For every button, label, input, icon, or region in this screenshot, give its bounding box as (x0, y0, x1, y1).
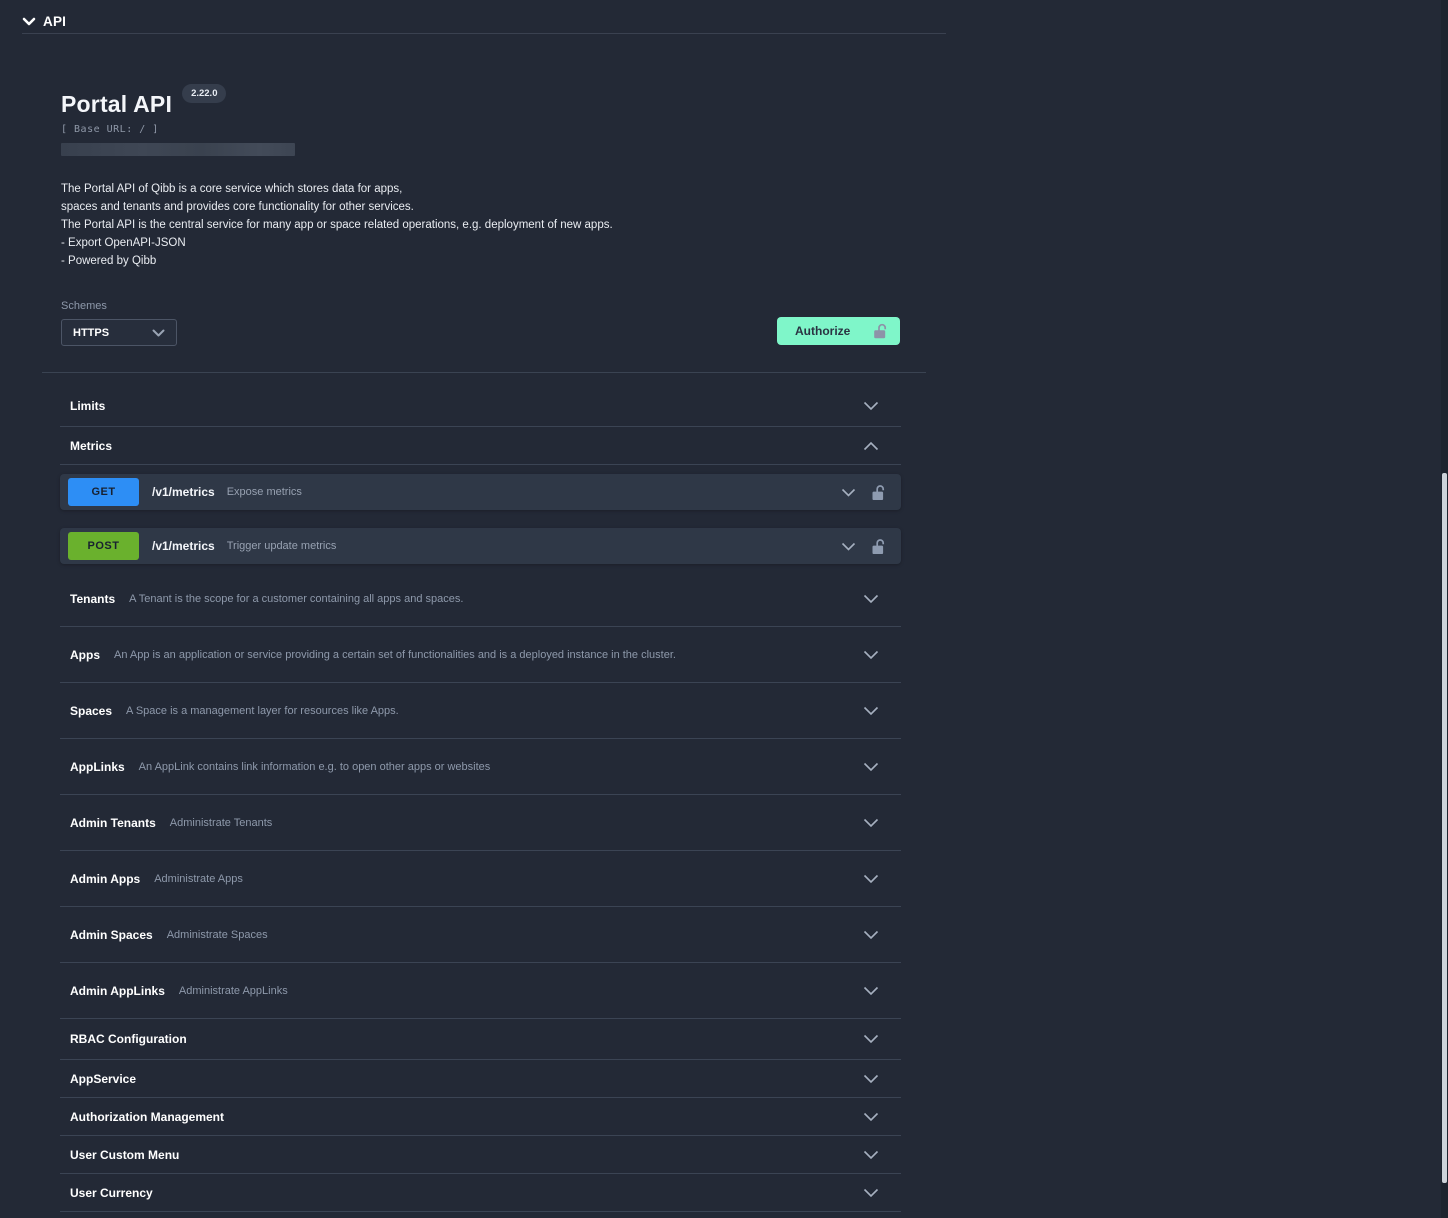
opblock-get-v1-metrics[interactable]: GET /v1/metrics Expose metrics (60, 474, 901, 510)
tag-list: Limits Metrics GET /v1/metrics Expose me… (60, 385, 901, 1212)
tag-section-appservice[interactable]: AppService (60, 1060, 901, 1098)
chevron-down-icon[interactable] (863, 706, 879, 716)
tag-description: A Space is a management layer for resour… (126, 705, 399, 717)
description-line: spaces and tenants and provides core fun… (61, 198, 921, 216)
scheme-selected-value: HTTPS (73, 327, 109, 339)
tag-description: An App is an application or service prov… (114, 649, 676, 661)
chevron-down-icon[interactable] (863, 1034, 879, 1044)
tag-section-user-custom-menu[interactable]: User Custom Menu (60, 1136, 901, 1174)
api-description: The Portal API of Qibb is a core service… (61, 180, 921, 270)
authorize-button[interactable]: Authorize (777, 317, 900, 345)
unlock-icon[interactable] (871, 484, 885, 501)
unlock-icon (873, 323, 887, 339)
page-title: Portal API (61, 90, 172, 118)
tag-section-tenants[interactable]: Tenants A Tenant is the scope for a cust… (60, 571, 901, 627)
header-divider (22, 33, 946, 34)
operation-icons (841, 538, 885, 555)
chevron-down-icon[interactable] (863, 401, 879, 411)
chevron-down-icon[interactable] (863, 874, 879, 884)
tag-name: User Currency (70, 1186, 153, 1200)
chevron-up-icon[interactable] (863, 441, 879, 451)
tag-section-admin-applinks[interactable]: Admin AppLinks Administrate AppLinks (60, 963, 901, 1019)
tag-name: Admin Spaces (70, 928, 153, 942)
tag-description: Administrate AppLinks (179, 985, 288, 997)
operation-summary: Trigger update metrics (227, 540, 337, 552)
chevron-down-icon[interactable] (863, 986, 879, 996)
tag-name: Admin AppLinks (70, 984, 165, 998)
opblock-post-v1-metrics[interactable]: POST /v1/metrics Trigger update metrics (60, 528, 901, 564)
operation-path: /v1/metrics (152, 485, 215, 499)
tag-section-user-currency[interactable]: User Currency (60, 1174, 901, 1212)
tag-name: Apps (70, 648, 100, 662)
operation-icons (841, 484, 885, 501)
api-section-header[interactable]: API (22, 9, 946, 33)
schemes-section: Schemes HTTPS Authorize (61, 296, 900, 348)
method-badge-post: POST (68, 532, 139, 560)
tag-name: AppService (70, 1072, 136, 1086)
description-line: - Export OpenAPI-JSON (61, 234, 921, 252)
scheme-select[interactable]: HTTPS (61, 319, 177, 346)
tag-description: Administrate Spaces (167, 929, 268, 941)
chevron-down-icon[interactable] (863, 1150, 879, 1160)
authorize-label: Authorize (795, 324, 850, 338)
tag-name: Metrics (70, 439, 112, 453)
api-header-label: API (43, 14, 66, 29)
chevron-down-icon[interactable] (863, 1112, 879, 1122)
section-divider (42, 372, 926, 373)
scrollbar-track[interactable] (1441, 0, 1448, 1218)
tag-section-metrics[interactable]: Metrics (60, 427, 901, 465)
tag-name: User Custom Menu (70, 1148, 179, 1162)
scrollbar-thumb[interactable] (1442, 473, 1447, 1183)
title-row: Portal API 2.22.0 (61, 90, 921, 118)
tag-name: Tenants (70, 592, 115, 606)
version-badge: 2.22.0 (182, 84, 226, 103)
tag-section-apps[interactable]: Apps An App is an application or service… (60, 627, 901, 683)
tag-name: Authorization Management (70, 1110, 224, 1124)
chevron-down-icon[interactable] (863, 818, 879, 828)
tag-section-admin-apps[interactable]: Admin Apps Administrate Apps (60, 851, 901, 907)
tag-name: Limits (70, 399, 105, 413)
spec-url-redacted[interactable] (61, 143, 295, 156)
chevron-down-icon (152, 329, 165, 337)
tag-section-rbac-configuration[interactable]: RBAC Configuration (60, 1019, 901, 1060)
tag-section-limits[interactable]: Limits (60, 385, 901, 427)
chevron-down-icon[interactable] (863, 1188, 879, 1198)
tag-name: AppLinks (70, 760, 125, 774)
chevron-down-icon[interactable] (863, 594, 879, 604)
chevron-down-icon[interactable] (22, 17, 36, 26)
operation-summary: Expose metrics (227, 486, 302, 498)
tag-name: RBAC Configuration (70, 1032, 187, 1046)
api-info: Portal API 2.22.0 [ Base URL: / ] The Po… (61, 90, 921, 270)
tag-section-spaces[interactable]: Spaces A Space is a management layer for… (60, 683, 901, 739)
description-line: - Powered by Qibb (61, 252, 921, 270)
chevron-down-icon[interactable] (863, 762, 879, 772)
schemes-label: Schemes (61, 300, 900, 312)
chevron-down-icon[interactable] (863, 930, 879, 940)
tag-section-admin-tenants[interactable]: Admin Tenants Administrate Tenants (60, 795, 901, 851)
tag-description: Administrate Apps (154, 873, 243, 885)
chevron-down-icon[interactable] (863, 650, 879, 660)
unlock-icon[interactable] (871, 538, 885, 555)
tag-section-admin-spaces[interactable]: Admin Spaces Administrate Spaces (60, 907, 901, 963)
tag-section-applinks[interactable]: AppLinks An AppLink contains link inform… (60, 739, 901, 795)
description-line: The Portal API of Qibb is a core service… (61, 180, 921, 198)
base-url-label: [ Base URL: / ] (61, 124, 921, 135)
operation-path: /v1/metrics (152, 539, 215, 553)
tag-section-authorization-management[interactable]: Authorization Management (60, 1098, 901, 1136)
tag-description: An AppLink contains link information e.g… (139, 761, 491, 773)
method-badge-get: GET (68, 478, 139, 506)
tag-description: A Tenant is the scope for a customer con… (129, 593, 463, 605)
tag-description: Administrate Tenants (170, 817, 273, 829)
description-line: The Portal API is the central service fo… (61, 216, 921, 234)
chevron-down-icon[interactable] (841, 542, 856, 551)
metrics-operations: GET /v1/metrics Expose metrics POST /v1/… (60, 465, 901, 571)
tag-name: Admin Apps (70, 872, 140, 886)
chevron-down-icon[interactable] (841, 488, 856, 497)
chevron-down-icon[interactable] (863, 1074, 879, 1084)
tag-name: Admin Tenants (70, 816, 156, 830)
tag-name: Spaces (70, 704, 112, 718)
